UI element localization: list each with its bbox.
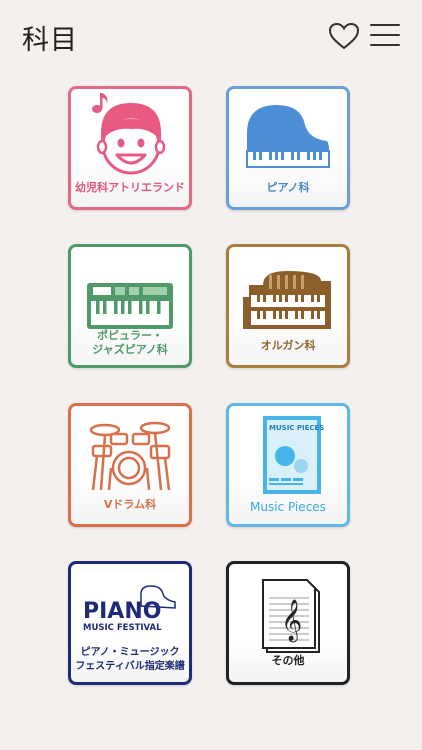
music-pieces-cover-icon: MUSIC PIECES (263, 416, 324, 494)
course-label: Vドラム科 (103, 498, 157, 511)
drum-kit-icon (89, 421, 171, 491)
course-label: ピアノ・ミュージック フェスティバル指定楽譜 (73, 646, 187, 674)
course-label: Music Pieces (250, 500, 326, 514)
course-label: ピアノ科 (266, 181, 310, 194)
course-label: 幼児科アトリエランド (75, 181, 185, 194)
page-title: 科目 (22, 25, 78, 56)
course-tile-piano-music-festival[interactable]: PIANO MUSIC FESTIVAL ピアノ・ミュージック フェスティバル指… (68, 561, 192, 685)
cover-title: MUSIC PIECES (269, 424, 324, 432)
piano-music-festival-logo-icon: PIANO MUSIC FESTIVAL (83, 585, 176, 633)
course-tile-popular-jazz-piano[interactable]: ポピュラー・ ジャズピアノ科 (68, 244, 192, 368)
course-tile-kids-atelier-land[interactable]: 幼児科アトリエランド (68, 86, 192, 210)
course-tile-v-drums[interactable]: Vドラム科 (68, 403, 192, 527)
grand-piano-icon (246, 105, 330, 168)
course-label: オルガン科 (260, 339, 316, 352)
smiling-child-icon (92, 93, 166, 175)
course-label-line-2: フェスティバル指定楽譜 (75, 661, 185, 672)
hamburger-menu-icon[interactable] (370, 24, 400, 48)
course-tile-piano[interactable]: ピアノ科 (226, 86, 350, 210)
course-tile-organ[interactable]: オルガン科 (226, 244, 350, 368)
course-label-line-2: ジャズピアノ科 (92, 343, 168, 356)
heart-icon[interactable] (328, 22, 360, 50)
course-label: ポピュラー・ ジャズピアノ科 (73, 329, 187, 357)
course-label-line-1: ポピュラー・ (97, 329, 163, 342)
electronic-keyboard-icon (87, 283, 173, 329)
course-tile-music-pieces[interactable]: MUSIC PIECES Music Pieces (226, 403, 350, 527)
logo-subtitle: MUSIC FESTIVAL (83, 623, 162, 633)
logo-word: PIANO (83, 599, 161, 624)
svg-text:𝄞: 𝄞 (281, 599, 302, 642)
course-label: その他 (271, 654, 305, 667)
organ-icon (243, 271, 331, 329)
course-label-line-1: ピアノ・ミュージック (80, 647, 180, 658)
header-bar: 科目 (0, 0, 422, 70)
sheet-music-icon: 𝄞 (262, 579, 320, 653)
course-tile-other[interactable]: 𝄞 その他 (226, 561, 350, 685)
